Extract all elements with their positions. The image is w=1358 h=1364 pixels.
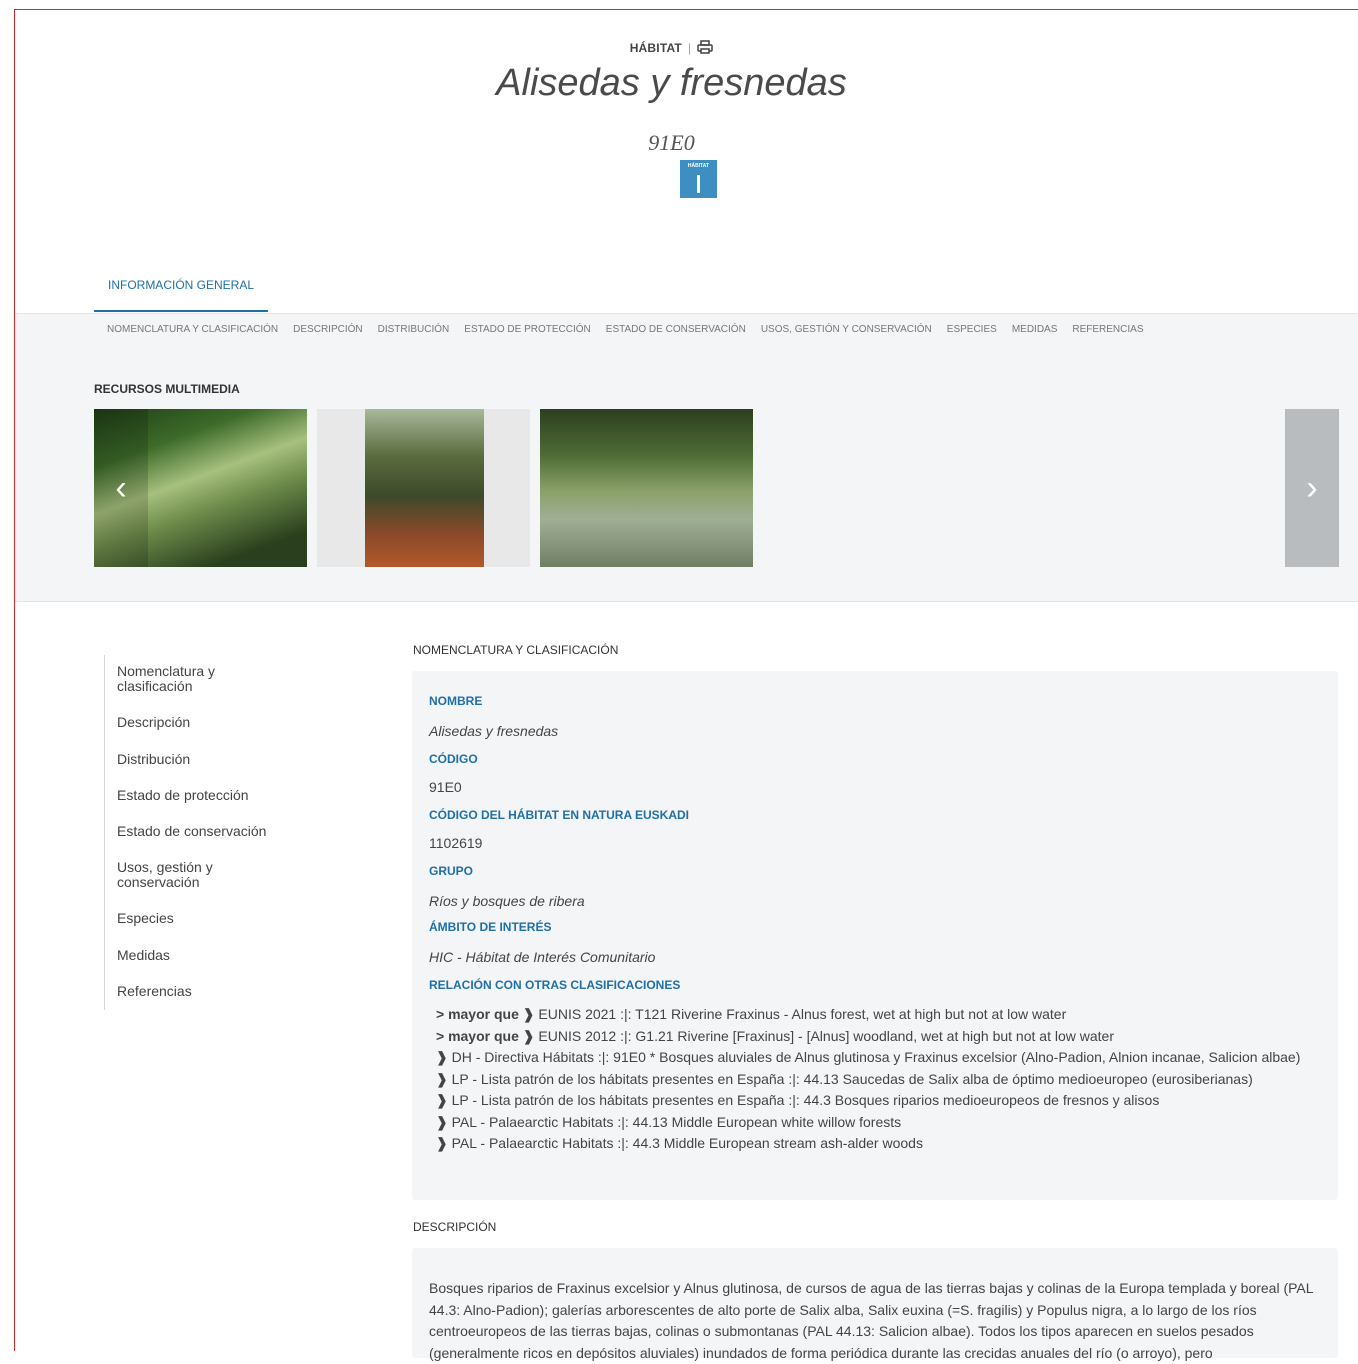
section-title-nomenclatura: NOMENCLATURA Y CLASIFICACIÓN xyxy=(413,643,619,657)
relacion-prefix: > mayor que ❱ xyxy=(436,1027,535,1044)
relacion-text: DH - Directiva Hábitats :|: 91E0 * Bosqu… xyxy=(447,1049,1301,1065)
type-separator: | xyxy=(687,41,692,55)
relacion-prefix: ❱ xyxy=(436,1135,448,1151)
badge-bar xyxy=(697,175,700,193)
relacion-item[interactable]: ❱ LP - Lista patrón de los hábitats pres… xyxy=(436,1069,1316,1091)
relacion-item[interactable]: > mayor que ❱ EUNIS 2012 :|: G1.21 River… xyxy=(436,1026,1316,1048)
sidenav-item-medidas[interactable]: Medidas xyxy=(117,948,287,963)
carousel-prev-button[interactable]: ‹ xyxy=(94,409,148,567)
side-navigation: Nomenclatura y clasificación Descripción… xyxy=(104,655,335,1010)
subnav-item-nomenclatura[interactable]: NOMENCLATURA Y CLASIFICACIÓN xyxy=(107,324,278,335)
subnav-item-especies[interactable]: ESPECIES xyxy=(947,324,997,335)
sidenav-item-usos[interactable]: Usos, gestión y conservación xyxy=(117,860,287,890)
habitat-badge-icon: HÁBITAT xyxy=(680,160,717,198)
section-title-descripcion: DESCRIPCIÓN xyxy=(413,1220,497,1234)
media-photo-pond[interactable] xyxy=(540,409,753,567)
subnav-item-distribucion[interactable]: DISTRIBUCIÓN xyxy=(378,324,450,335)
relacion-item[interactable]: ❱ LP - Lista patrón de los hábitats pres… xyxy=(436,1090,1316,1112)
relacion-text: EUNIS 2021 :|: T121 Riverine Fraxinus - … xyxy=(534,1006,1067,1022)
media-title: RECURSOS MULTIMEDIA xyxy=(94,382,240,396)
relacion-prefix: ❱ xyxy=(436,1113,448,1130)
descripcion-text: Bosques riparios de Fraxinus excelsior y… xyxy=(429,1280,1314,1361)
relacion-prefix: ❱ xyxy=(436,1049,448,1065)
ambito-label: ÁMBITO DE INTERÉS xyxy=(429,920,552,934)
page-title: Alisedas y fresnedas xyxy=(496,62,847,104)
frame-border-left xyxy=(14,9,15,1351)
relacion-prefix: ❱ xyxy=(436,1092,448,1108)
relacion-label: RELACIÓN CON OTRAS CLASIFICACIONES xyxy=(429,978,681,992)
sidenav-item-proteccion[interactable]: Estado de protección xyxy=(117,788,287,803)
subnav-item-usos[interactable]: USOS, GESTIÓN Y CONSERVACIÓN xyxy=(761,324,932,335)
print-icon[interactable] xyxy=(697,40,714,57)
relacion-prefix: ❱ xyxy=(436,1070,448,1087)
relaciones-list: > mayor que ❱ EUNIS 2021 :|: T121 Riveri… xyxy=(436,1004,1316,1155)
relacion-text: PAL - Palaearctic Habitats :|: 44.3 Midd… xyxy=(447,1135,923,1151)
sidenav-item-referencias[interactable]: Referencias xyxy=(117,984,287,999)
sidenav-item-conservacion[interactable]: Estado de conservación xyxy=(117,824,287,839)
relacion-item[interactable]: ❱ DH - Directiva Hábitats :|: 91E0 * Bos… xyxy=(436,1047,1316,1069)
relacion-text: EUNIS 2012 :|: G1.21 Riverine [Fraxinus]… xyxy=(534,1027,1114,1044)
subnav-item-referencias[interactable]: REFERENCIAS xyxy=(1072,324,1143,335)
codigo-value: 91E0 xyxy=(429,779,462,795)
subnav-item-medidas[interactable]: MEDIDAS xyxy=(1012,324,1058,335)
subnav-item-descripcion[interactable]: DESCRIPCIÓN xyxy=(293,324,362,335)
habitat-type-label: HÁBITAT xyxy=(629,41,682,55)
section-subnav: NOMENCLATURA Y CLASIFICACIÓN DESCRIPCIÓN… xyxy=(107,324,1144,335)
nombre-value: Alisedas y fresnedas xyxy=(429,723,559,739)
sidenav-item-distribucion[interactable]: Distribución xyxy=(117,752,287,767)
media-photo-forest[interactable] xyxy=(317,409,530,567)
grupo-label: GRUPO xyxy=(429,864,474,878)
subnav-item-conservacion[interactable]: ESTADO DE CONSERVACIÓN xyxy=(606,324,746,335)
ambito-value: HIC - Hábitat de Interés Comunitario xyxy=(429,949,656,965)
relacion-text: LP - Lista patrón de los hábitats presen… xyxy=(447,1070,1253,1087)
tab-underline xyxy=(94,310,268,312)
subnav-item-proteccion[interactable]: ESTADO DE PROTECCIÓN xyxy=(464,324,591,335)
media-photo-forest-image xyxy=(365,409,484,567)
codigo-euskadi-label: CÓDIGO DEL HÁBITAT EN NATURA EUSKADI xyxy=(429,808,689,822)
sidenav-item-descripcion[interactable]: Descripción xyxy=(117,715,287,730)
nombre-label: NOMBRE xyxy=(429,694,483,708)
sidenav-item-especies[interactable]: Especies xyxy=(117,911,287,926)
relacion-item[interactable]: > mayor que ❱ EUNIS 2021 :|: T121 Riveri… xyxy=(436,1004,1316,1026)
relacion-item[interactable]: ❱ PAL - Palaearctic Habitats :|: 44.3 Mi… xyxy=(436,1133,1316,1155)
relacion-item[interactable]: ❱ PAL - Palaearctic Habitats :|: 44.13 M… xyxy=(436,1112,1316,1134)
grupo-value: Ríos y bosques de ribera xyxy=(429,893,585,909)
relacion-text: PAL - Palaearctic Habitats :|: 44.13 Mid… xyxy=(447,1113,902,1130)
codigo-label: CÓDIGO xyxy=(429,752,478,766)
sidenav-item-nomenclatura[interactable]: Nomenclatura y clasificación xyxy=(117,664,287,694)
badge-label: HÁBITAT xyxy=(687,163,710,169)
tab-label: INFORMACIÓN GENERAL xyxy=(107,278,254,292)
relacion-prefix: > mayor que ❱ xyxy=(436,1006,535,1022)
relacion-text: LP - Lista patrón de los hábitats presen… xyxy=(447,1092,1160,1108)
habitat-type-row: HÁBITAT | xyxy=(0,40,1343,57)
codigo-euskadi-value: 1102619 xyxy=(429,835,483,851)
tab-informacion-general[interactable]: INFORMACIÓN GENERAL xyxy=(94,276,268,312)
carousel-next-button[interactable]: › xyxy=(1285,409,1339,567)
frame-border-top xyxy=(14,9,1358,10)
habitat-code: 91E0 xyxy=(648,130,695,155)
